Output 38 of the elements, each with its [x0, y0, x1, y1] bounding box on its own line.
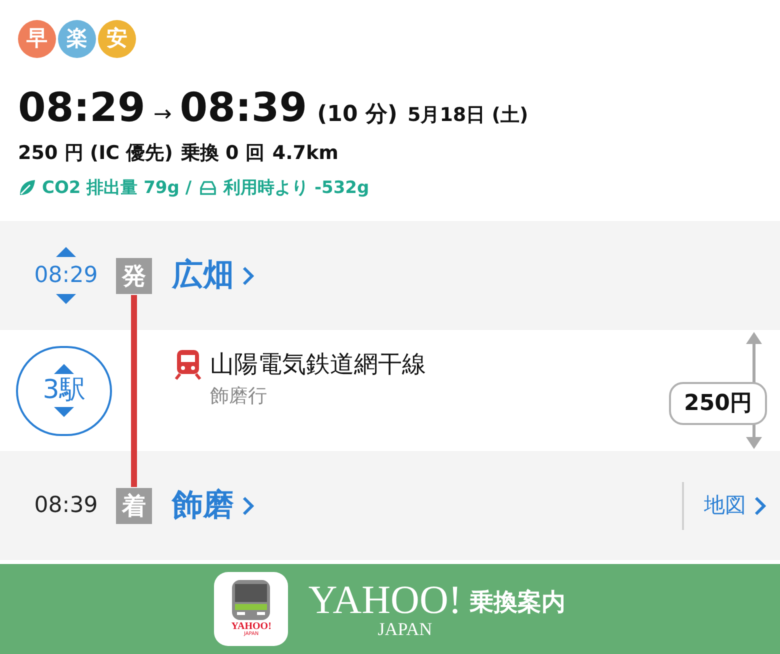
- arrival-time: 08:39: [34, 492, 98, 520]
- badge: 早: [18, 20, 56, 58]
- depart-time: 08:29: [18, 88, 146, 128]
- down-arrow-icon: [54, 406, 74, 417]
- duration-text: (10 分): [317, 101, 398, 129]
- japan-text: JAPAN: [378, 620, 432, 638]
- app-icon-logo: YAHOO!: [231, 622, 272, 632]
- up-arrow-icon: [54, 364, 74, 374]
- car-icon: [198, 180, 218, 196]
- destination-text: 飾磨行: [210, 384, 268, 409]
- badge: 楽: [58, 20, 96, 58]
- departure-label: 発: [116, 258, 152, 294]
- distance-text: 4.7km: [272, 141, 338, 166]
- co2-text: CO2 排出量 79g /: [42, 176, 192, 200]
- chevron-icon: [754, 496, 766, 516]
- departure-time[interactable]: 08:29: [34, 259, 98, 292]
- chevron-icon: [242, 266, 254, 286]
- line-name: 山陽電気鉄道網干線: [210, 349, 426, 380]
- arrival-label: 着: [116, 488, 152, 524]
- train-icon: [174, 348, 202, 380]
- transfers-text: 乗換 0 回: [180, 141, 264, 166]
- down-arrow-icon: [56, 294, 76, 304]
- leaf-icon: [18, 179, 36, 198]
- fare-text: 250 円 (IC 優先): [18, 141, 173, 166]
- map-link[interactable]: 地図: [704, 490, 766, 522]
- badge: 安: [98, 20, 136, 58]
- service-name: 乗換案内: [470, 587, 566, 618]
- station-link[interactable]: 飾磨: [172, 482, 254, 529]
- fare-label: 250円: [669, 382, 767, 425]
- up-arrow-icon: [56, 247, 76, 257]
- station-link[interactable]: 広畑: [172, 252, 254, 299]
- arrow-text: →: [153, 101, 172, 129]
- date-text: 5月18日 (土): [407, 103, 528, 128]
- yahoo-logo: YAHOO!: [308, 580, 462, 620]
- co2-compare-text: 利用時より -532g: [224, 176, 370, 200]
- chevron-icon: [242, 496, 254, 516]
- arrive-time: 08:39: [180, 88, 308, 128]
- stops-button[interactable]: 3駅: [16, 346, 112, 436]
